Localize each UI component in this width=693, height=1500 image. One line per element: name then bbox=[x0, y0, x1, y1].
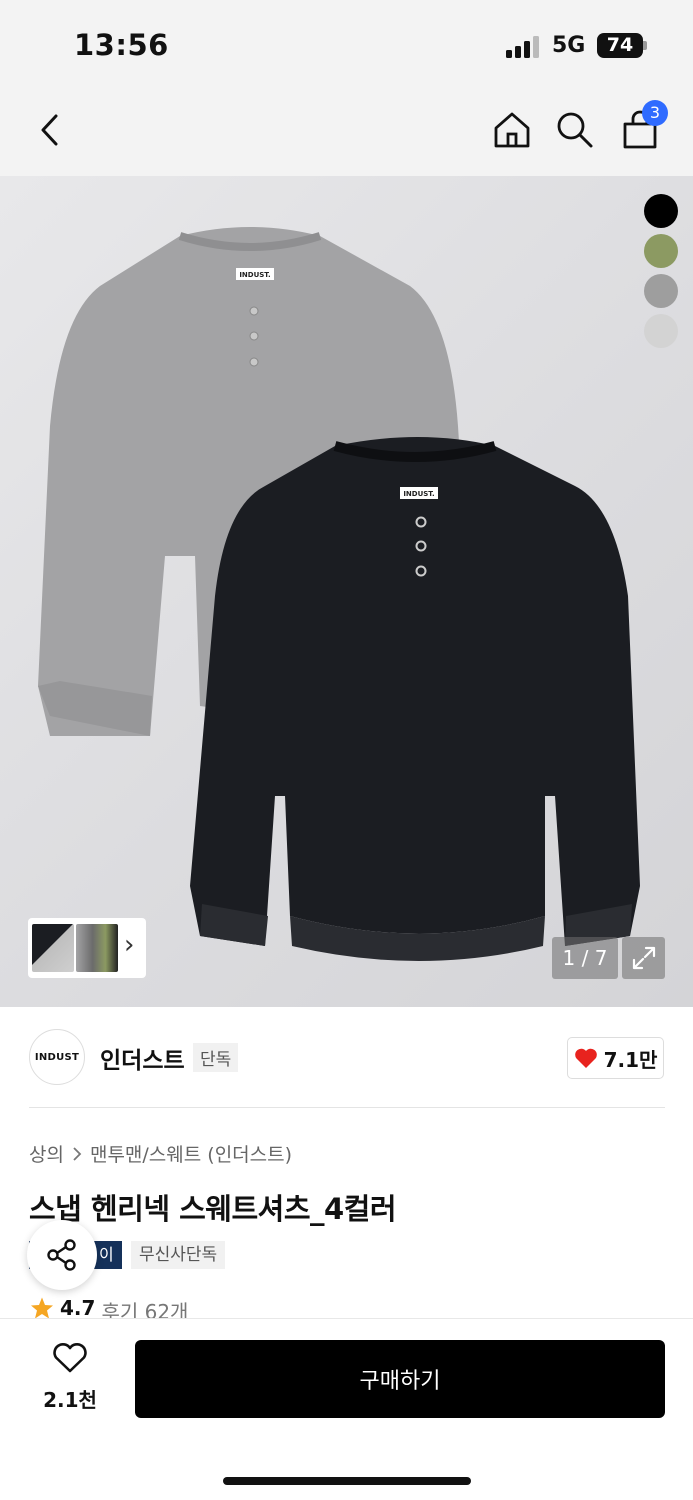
wishlist-button[interactable]: 2.1천 bbox=[30, 1342, 110, 1413]
exclusive-tag: 무신사단독 bbox=[131, 1241, 226, 1269]
top-nav: 3 bbox=[0, 90, 693, 176]
heart-outline-icon bbox=[53, 1343, 87, 1373]
battery-icon: 74 bbox=[597, 33, 643, 58]
chevron-right-icon bbox=[73, 1146, 82, 1161]
expand-icon bbox=[632, 946, 655, 970]
home-button[interactable] bbox=[488, 106, 536, 154]
color-swatch-black[interactable] bbox=[644, 194, 678, 228]
thumbnail-2[interactable] bbox=[76, 924, 118, 972]
network-type: 5G bbox=[552, 33, 586, 58]
home-indicator bbox=[223, 1477, 471, 1485]
wishlist-count: 2.1천 bbox=[43, 1388, 97, 1412]
breadcrumb-item[interactable]: 맨투맨/스웨트 (인더스트) bbox=[90, 1140, 292, 1167]
grey-sweatshirt-label: INDUST. bbox=[239, 271, 270, 279]
signal-icon bbox=[506, 36, 542, 58]
image-counter: 1 / 7 bbox=[552, 937, 618, 979]
color-swatch-grey[interactable] bbox=[644, 274, 678, 308]
home-icon bbox=[494, 112, 530, 148]
status-bar: 13:56 5G 74 bbox=[0, 0, 693, 90]
buy-button[interactable]: 구매하기 bbox=[135, 1340, 665, 1418]
black-sweatshirt-label: INDUST. bbox=[403, 490, 434, 498]
chevron-left-icon bbox=[41, 114, 58, 146]
review-count[interactable]: 후기 62개 bbox=[101, 1296, 188, 1320]
star-icon bbox=[31, 1297, 53, 1319]
share-button[interactable] bbox=[27, 1220, 97, 1290]
cart-count-badge: 3 bbox=[642, 100, 668, 126]
color-swatch-light-grey[interactable] bbox=[644, 314, 678, 348]
rating-value: 4.7 bbox=[60, 1296, 96, 1320]
divider bbox=[29, 1107, 665, 1108]
thumbnail-1[interactable] bbox=[32, 924, 74, 972]
color-swatch-olive[interactable] bbox=[644, 234, 678, 268]
share-icon bbox=[47, 1239, 76, 1271]
chevron-right-icon[interactable]: › bbox=[124, 930, 134, 960]
brand-logo[interactable]: INDUST bbox=[29, 1029, 85, 1085]
search-button[interactable] bbox=[551, 106, 599, 154]
back-button[interactable] bbox=[26, 106, 74, 154]
expand-button[interactable] bbox=[622, 937, 665, 979]
brand-exclusive-tag: 단독 bbox=[193, 1043, 239, 1072]
status-time: 13:56 bbox=[74, 28, 169, 62]
brand-like-button[interactable]: 7.1만 bbox=[567, 1037, 664, 1079]
product-image: INDUST. INDUST. bbox=[38, 227, 640, 961]
thumbnail-strip[interactable]: › bbox=[28, 918, 146, 978]
rating-row[interactable]: 4.7 후기 62개 bbox=[30, 1296, 188, 1320]
search-icon bbox=[557, 112, 593, 148]
brand-like-count: 7.1만 bbox=[603, 1047, 658, 1072]
product-title: 스냅 헨리넥 스웨트셔츠_4컬러 bbox=[29, 1192, 397, 1226]
breadcrumb-item[interactable]: 상의 bbox=[29, 1140, 64, 1167]
product-image-gallery[interactable]: INDUST. INDUST. bbox=[0, 176, 693, 1007]
brand-name[interactable]: 인더스트 bbox=[100, 1041, 185, 1075]
battery-tip bbox=[643, 41, 647, 50]
black-sweatshirt-image: INDUST. bbox=[190, 437, 640, 961]
heart-filled-icon bbox=[574, 1048, 597, 1068]
breadcrumb: 상의 맨투맨/스웨트 (인더스트) bbox=[29, 1140, 292, 1167]
cart-button[interactable]: 3 bbox=[616, 100, 668, 154]
